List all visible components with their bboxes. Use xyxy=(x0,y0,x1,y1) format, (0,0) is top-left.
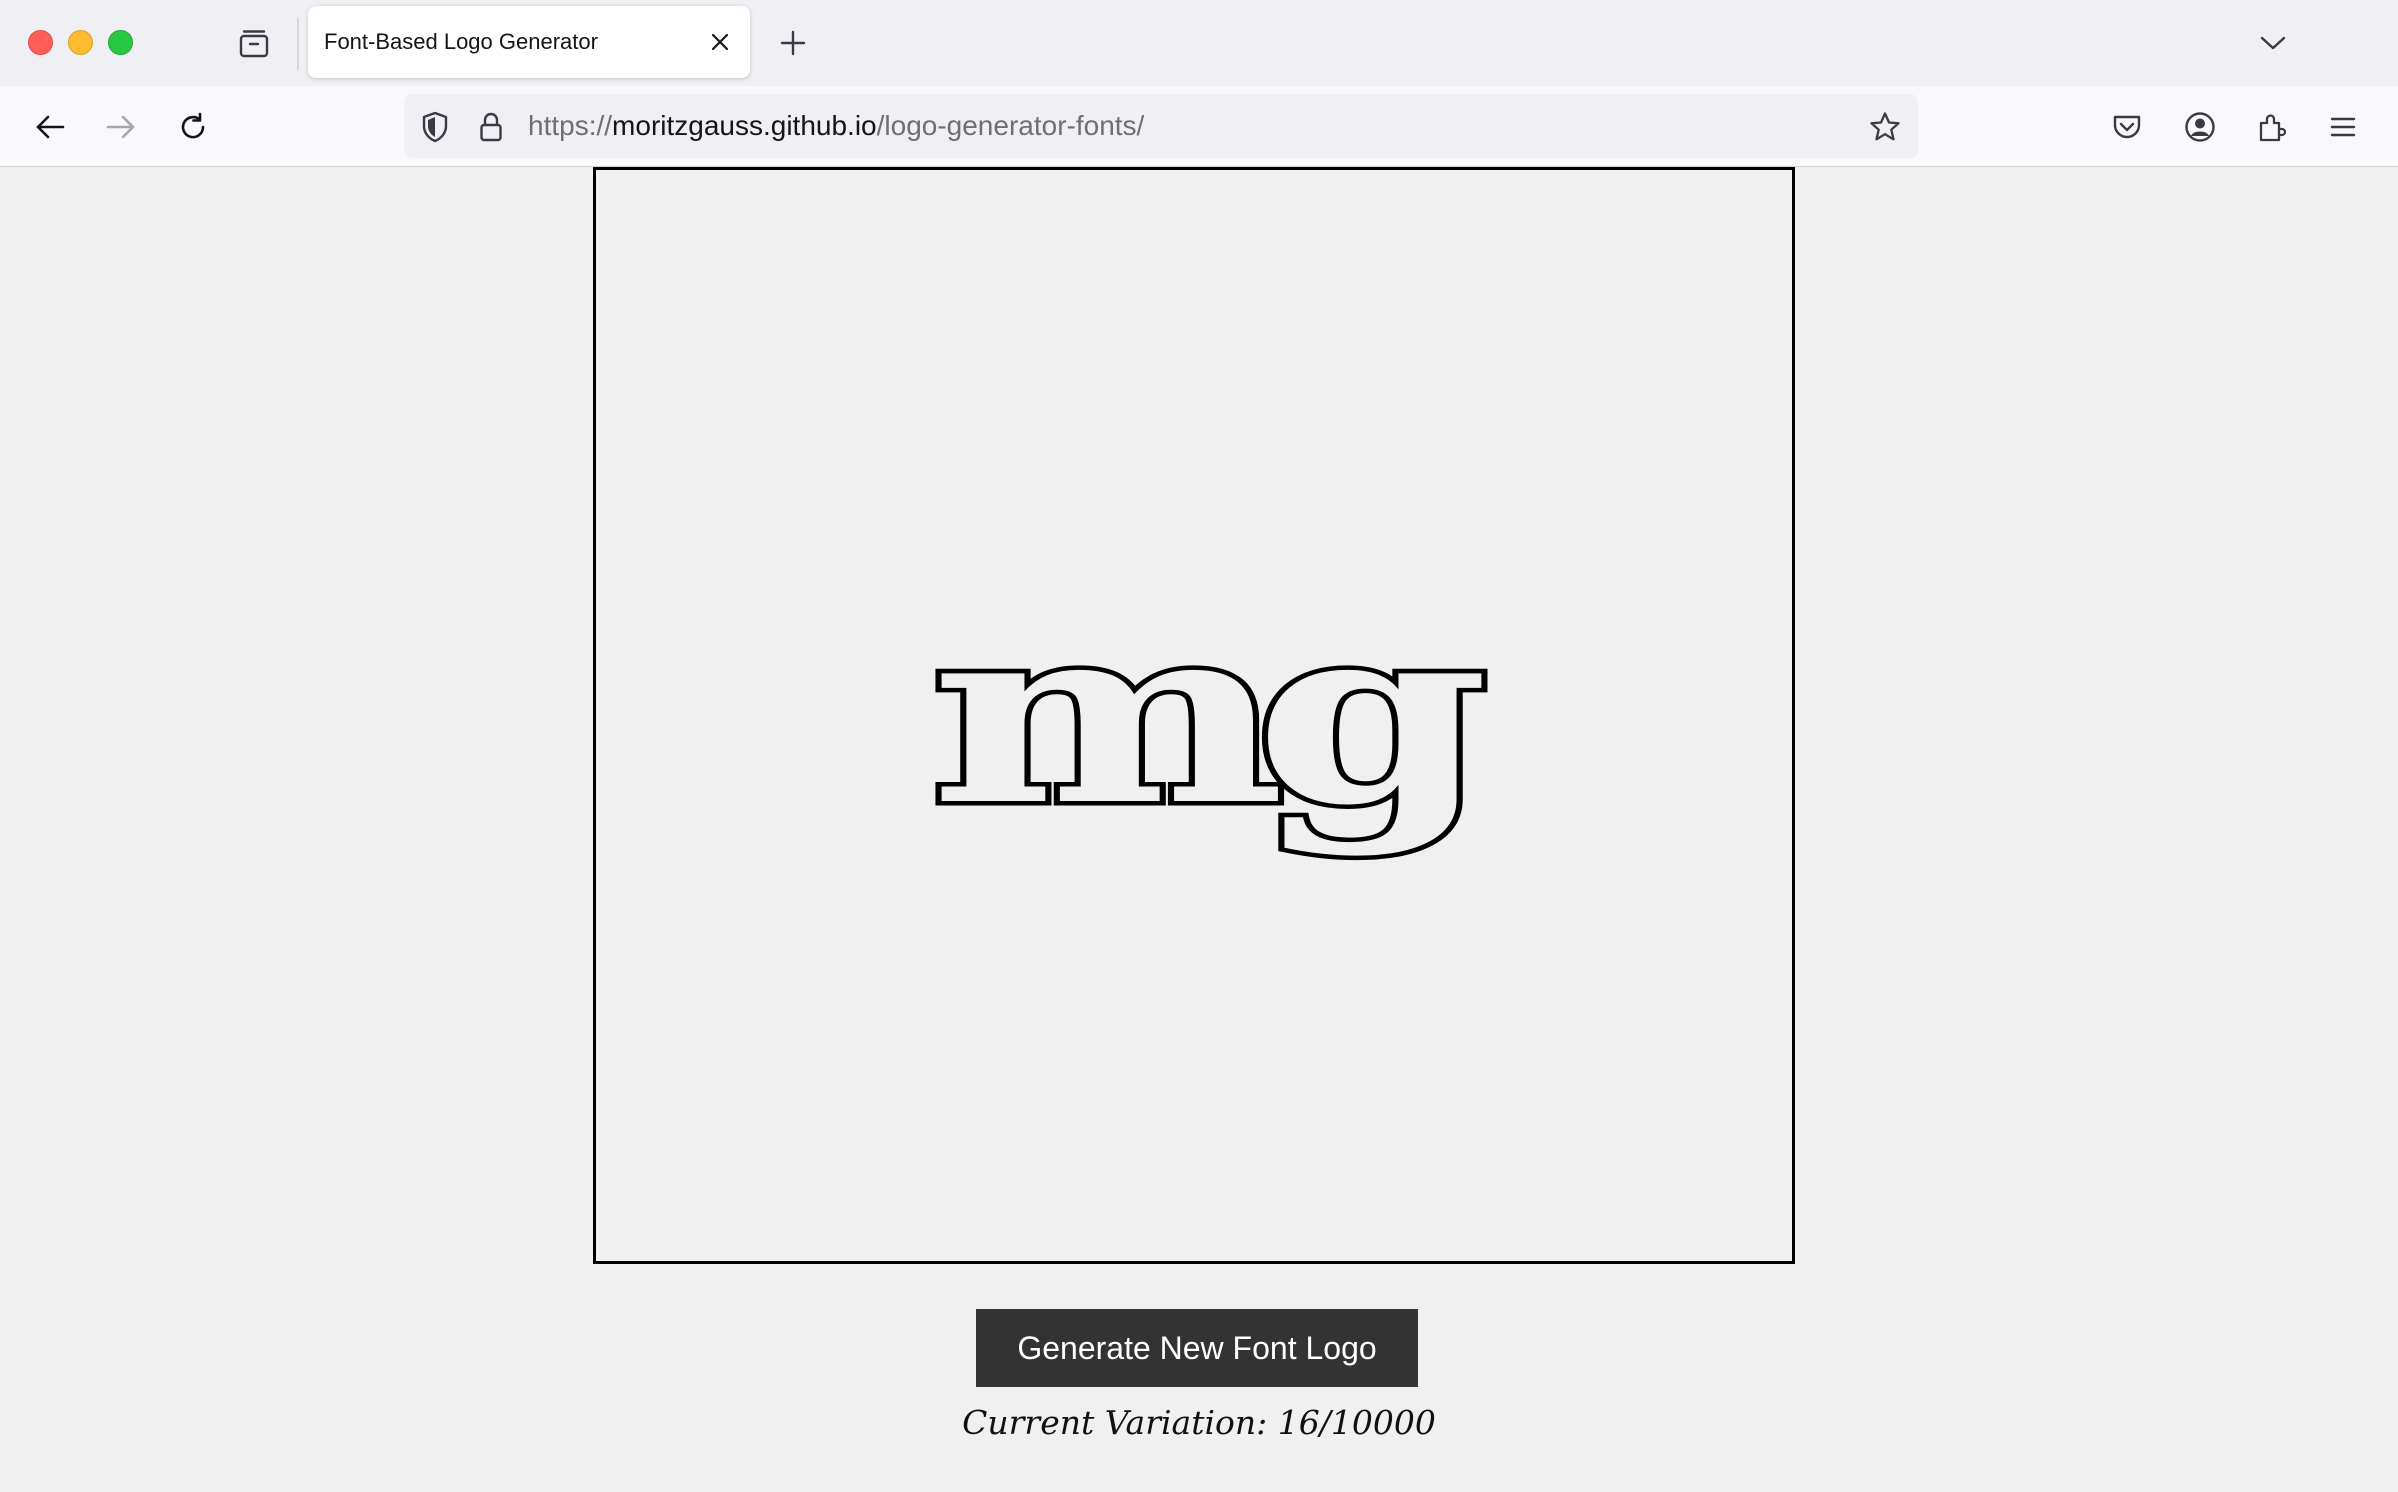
window-close-button[interactable] xyxy=(28,30,53,55)
star-icon[interactable] xyxy=(1868,110,1902,144)
window-maximize-button[interactable] xyxy=(108,30,133,55)
browser-window: Font-Based Logo Generator https://moritz… xyxy=(0,0,2398,1492)
tab-title: Font-Based Logo Generator xyxy=(324,29,598,54)
url-text[interactable]: https://moritzgauss.github.io/logo-gener… xyxy=(528,94,1144,158)
url-scheme: https:// xyxy=(528,110,613,141)
chevron-down-icon[interactable] xyxy=(2252,22,2294,64)
page-content: mg Generate New Font Logo Current Variat… xyxy=(0,167,2398,1492)
url-host: moritzgauss.github.io xyxy=(612,110,877,141)
logo-text: mg xyxy=(930,571,1485,859)
generate-logo-button[interactable]: Generate New Font Logo xyxy=(976,1309,1418,1387)
reload-icon[interactable] xyxy=(170,104,216,150)
lock-icon[interactable] xyxy=(474,110,508,144)
url-path: /logo-generator-fonts/ xyxy=(876,110,1145,141)
back-arrow-icon[interactable] xyxy=(27,104,73,150)
variation-counter: Current Variation: 16/10000 xyxy=(962,1403,1436,1442)
logo-display: mg xyxy=(925,566,1522,865)
forward-arrow-icon[interactable] xyxy=(98,104,144,150)
logo-canvas: mg xyxy=(593,167,1795,1264)
tab-overview-icon[interactable] xyxy=(234,26,274,62)
tab-active[interactable]: Font-Based Logo Generator xyxy=(308,6,750,78)
close-icon[interactable] xyxy=(704,26,736,58)
plus-icon[interactable] xyxy=(772,22,814,64)
url-bar[interactable]: https://moritzgauss.github.io/logo-gener… xyxy=(404,94,1918,158)
account-icon[interactable] xyxy=(2177,104,2223,150)
pocket-icon[interactable] xyxy=(2104,104,2150,150)
hamburger-menu-icon[interactable] xyxy=(2320,104,2366,150)
window-minimize-button[interactable] xyxy=(68,30,93,55)
tab-separator xyxy=(297,18,299,70)
shield-icon[interactable] xyxy=(418,110,452,144)
tab-strip: Font-Based Logo Generator xyxy=(0,0,2398,86)
navigation-bar: https://moritzgauss.github.io/logo-gener… xyxy=(0,86,2398,167)
puzzle-icon[interactable] xyxy=(2249,104,2295,150)
